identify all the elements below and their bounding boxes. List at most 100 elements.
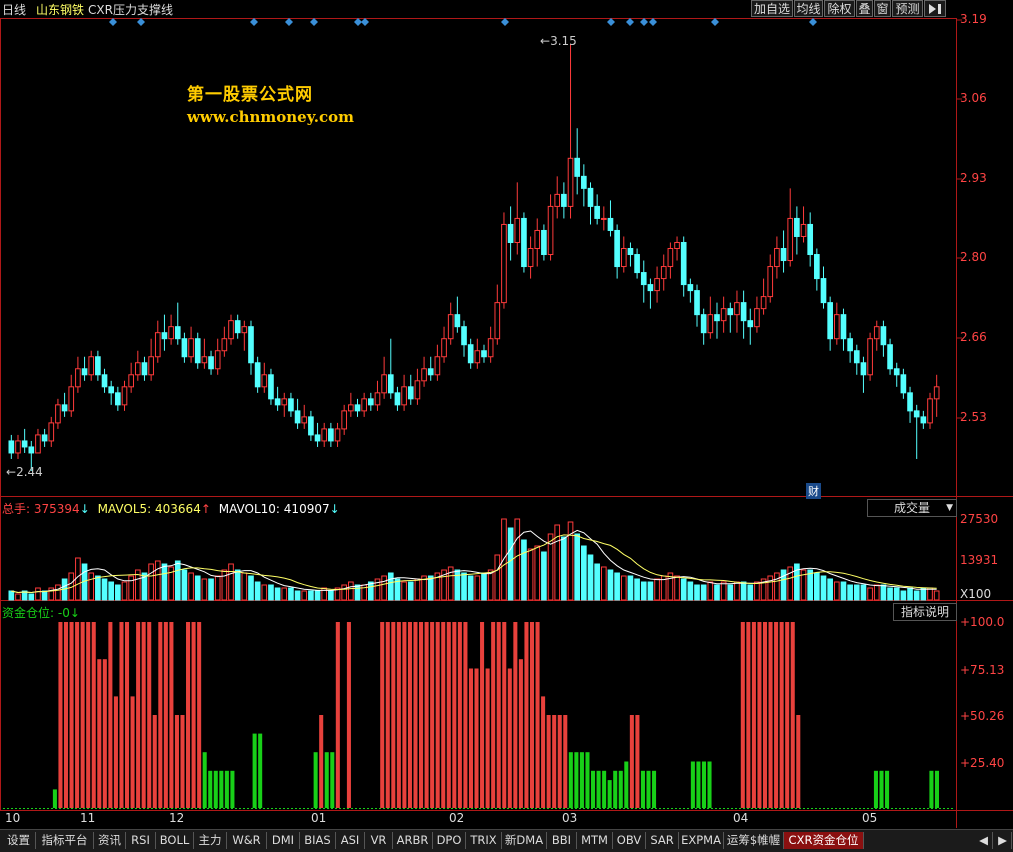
tab-14[interactable]: TRIX (466, 832, 502, 849)
volume-bar (268, 584, 274, 601)
signal-diamond-icon (626, 18, 634, 26)
tab-8[interactable]: DMI (267, 832, 300, 849)
candle-body (168, 326, 174, 340)
chart-area[interactable] (0, 0, 1013, 829)
fund-bar (158, 622, 163, 808)
candle-body (134, 362, 141, 376)
volume-tick: 27530 (960, 512, 999, 526)
fund-bar (119, 622, 124, 808)
indicator-help-button[interactable]: 指标说明 (893, 603, 957, 621)
fund-bar (141, 622, 146, 808)
fund-bar (391, 622, 396, 808)
candle-body (707, 314, 714, 334)
scroll-left-icon[interactable]: ◀ (975, 832, 993, 849)
volume-bar (581, 545, 587, 601)
candle-body (640, 272, 647, 286)
fund-bar (568, 752, 573, 808)
candle-body (148, 356, 154, 376)
fund-bar (535, 622, 540, 808)
candle-body (101, 374, 108, 388)
signal-diamond-icon (501, 18, 509, 26)
volume-indicator-select[interactable]: 成交量 ▼ (867, 499, 957, 517)
tab-2[interactable]: 指标平台 (36, 832, 94, 849)
tab-10[interactable]: ASI (336, 832, 365, 849)
fund-bar (491, 622, 496, 808)
volume-bar (654, 578, 660, 601)
fund-bar (197, 622, 202, 808)
fund-bar (768, 622, 773, 808)
volume-bar (88, 572, 95, 601)
tab-6[interactable]: 主力 (194, 832, 227, 849)
tab-17[interactable]: MTM (577, 832, 613, 849)
fund-tick: +75.13 (960, 663, 1005, 677)
candle-body (814, 254, 820, 280)
candle-body (667, 248, 674, 268)
volume-bar (461, 572, 467, 601)
volume-bar (174, 560, 181, 601)
signal-diamond-icon (640, 18, 648, 26)
candle-body (807, 223, 814, 256)
tab-1[interactable]: 设置 (2, 832, 36, 849)
candle-body (853, 350, 860, 364)
fund-bar (102, 659, 107, 808)
x-axis-label: 03 (562, 811, 578, 825)
tab-11[interactable]: VR (365, 832, 393, 849)
tab-18[interactable]: OBV (613, 832, 646, 849)
fund-bar (474, 668, 479, 808)
candle-body (840, 314, 847, 340)
candle-body (407, 386, 414, 400)
signal-diamond-icon (285, 18, 293, 26)
fund-bar (624, 761, 629, 808)
fund-bar (552, 715, 557, 808)
candle-body (887, 344, 893, 370)
fund-bar (75, 622, 80, 808)
scroll-right-icon[interactable]: ▶ (994, 832, 1012, 849)
tab-21[interactable]: 运筹$帷幄 (724, 832, 784, 849)
candle-body (867, 338, 873, 376)
tab-9[interactable]: BIAS (300, 832, 336, 849)
candle-body (354, 404, 361, 412)
volume-bar (541, 551, 547, 601)
candle-body (48, 422, 55, 442)
fund-bar (790, 622, 795, 808)
tab-13[interactable]: DPO (433, 832, 466, 849)
fund-bar (646, 770, 651, 808)
volume-total-value: 375394 (33, 502, 80, 516)
tab-7[interactable]: W&R (227, 832, 267, 849)
volume-bar (774, 572, 780, 601)
volume-bar (474, 575, 481, 601)
candle-body (361, 398, 367, 412)
tab-15[interactable]: 新DMA (502, 832, 547, 849)
tab-19[interactable]: SAR (646, 832, 679, 849)
tab-4[interactable]: RSI (126, 832, 156, 849)
fund-bar (224, 770, 229, 808)
volume-bar (614, 572, 620, 601)
fund-bar (324, 752, 329, 808)
finance-tag[interactable]: 财 (806, 483, 821, 499)
fund-bar (751, 622, 756, 808)
candle-body (367, 398, 374, 406)
ma10-value: 410907 (283, 502, 330, 516)
tab-16[interactable]: BBI (547, 832, 577, 849)
tab-3[interactable]: 资讯 (94, 832, 126, 849)
fund-bar (346, 622, 351, 808)
candle-body (115, 392, 121, 406)
candle-body (194, 338, 201, 364)
candle-body (720, 308, 727, 322)
high-price-marker: ←3.15 (540, 34, 577, 48)
volume-bar (807, 569, 814, 601)
candle-body (128, 374, 134, 388)
candle-body (161, 332, 168, 340)
tab-20[interactable]: EXPMA (679, 832, 724, 849)
fund-bar (335, 622, 340, 808)
volume-bar (341, 584, 348, 601)
fund-bar (496, 622, 501, 808)
candle-body (8, 440, 15, 454)
fund-bar (524, 622, 529, 808)
tab-12[interactable]: ARBR (393, 832, 433, 849)
volume-bar (853, 584, 860, 601)
tab-5[interactable]: BOLL (156, 832, 194, 849)
tab-22[interactable]: CXR资金仓位 (784, 832, 864, 849)
candle-body (434, 356, 441, 376)
fund-bar (435, 622, 440, 808)
